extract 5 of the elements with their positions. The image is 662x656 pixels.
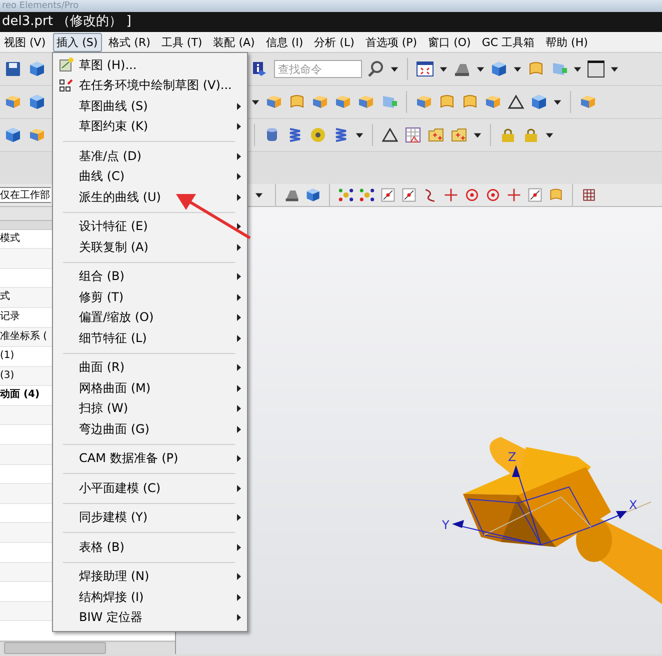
axis-label: Z: [508, 450, 516, 464]
axis-label: Y: [442, 518, 450, 532]
application-name: reo Elements/Pro: [2, 1, 79, 11]
axis-label: X: [629, 498, 638, 512]
window-title: del3.prt （修改的） ]: [2, 14, 132, 29]
